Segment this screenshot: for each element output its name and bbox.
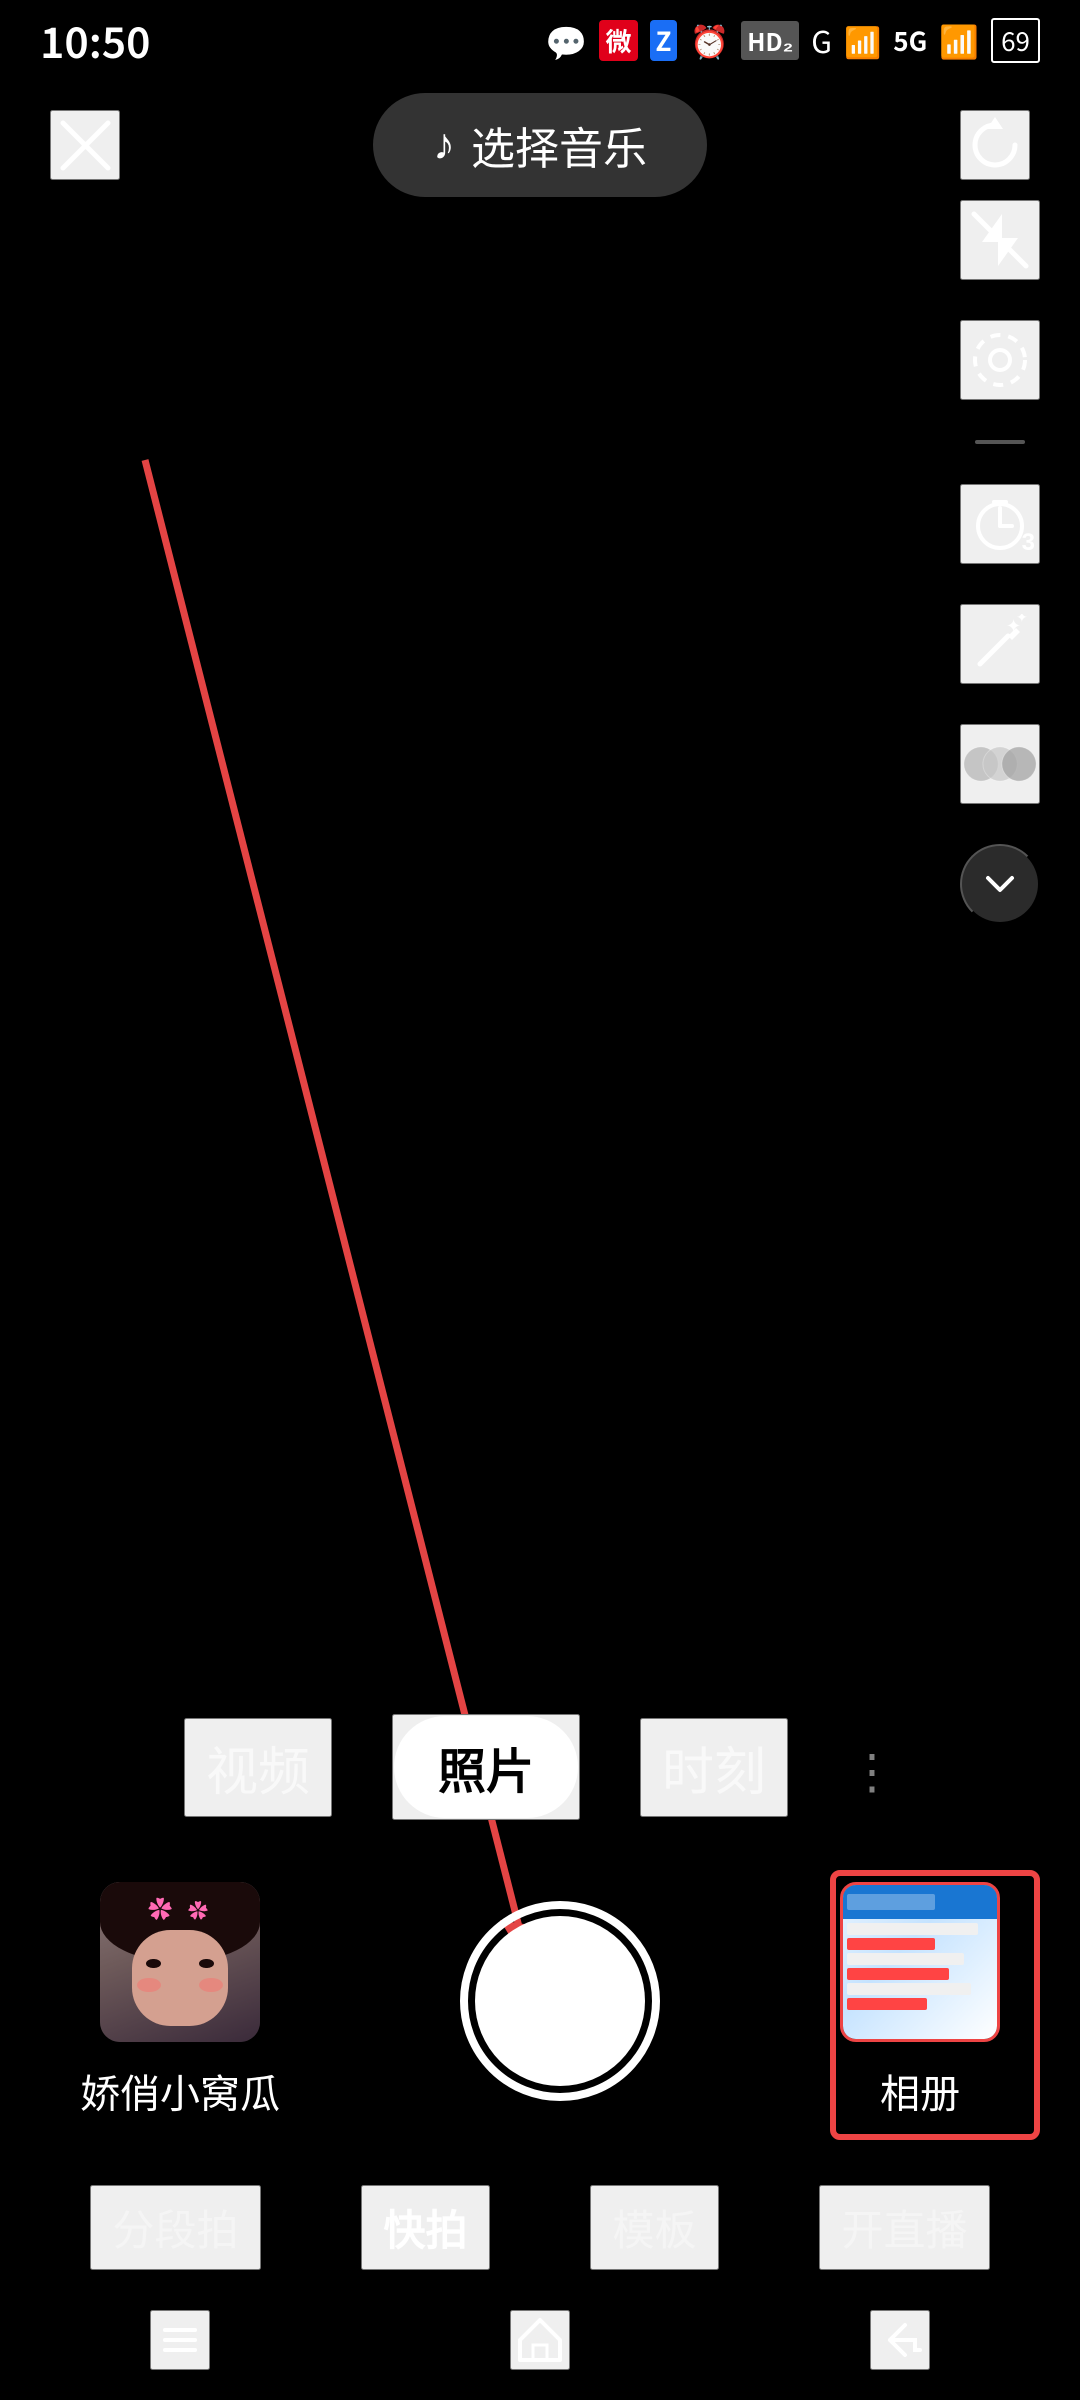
music-button-label: 选择音乐	[471, 113, 647, 177]
user-avatar[interactable]: ✿ ✿	[100, 1882, 260, 2042]
tab-photo[interactable]: 照片	[392, 1714, 580, 1820]
battery-icon: 69	[991, 18, 1040, 63]
mode-more-icon: ⋮	[848, 1732, 896, 1802]
shutter-inner	[475, 1916, 645, 2086]
right-toolbar: 3 ✦ ✦	[960, 200, 1040, 924]
weibo-icon: 微	[599, 20, 637, 61]
tab-video[interactable]: 视频	[184, 1718, 332, 1817]
wifi-icon: 📶	[939, 17, 979, 63]
signal-bars-icon: 📶	[844, 18, 881, 62]
signal-g-icon: G	[811, 18, 832, 62]
mode-tabs: 视频 照片 时刻 ⋮	[0, 1714, 1080, 1820]
5g-badge: 5G	[893, 22, 927, 59]
user-name: 娇俏小窝瓜	[80, 2062, 280, 2120]
refresh-button[interactable]	[960, 110, 1030, 180]
nav-home-button[interactable]	[510, 2310, 570, 2370]
close-button[interactable]	[50, 110, 120, 180]
shortcut-live[interactable]: 开直播	[819, 2185, 989, 2270]
chat-icon: 💬	[545, 16, 587, 65]
music-select-button[interactable]: ♪ 选择音乐	[373, 93, 707, 197]
bottom-shortcuts: 分段拍 快拍 模板 开直播	[0, 2185, 1080, 2270]
status-time: 10:50	[40, 10, 151, 71]
settings-button[interactable]	[960, 320, 1040, 400]
shortcut-quick[interactable]: 快拍	[361, 2185, 489, 2270]
shortcut-template[interactable]: 模板	[590, 2185, 718, 2270]
svg-text:✦: ✦	[1016, 614, 1028, 625]
top-bar: ♪ 选择音乐	[0, 80, 1080, 210]
more-tools-button[interactable]	[960, 844, 1040, 924]
flash-button[interactable]	[960, 200, 1040, 280]
beauty-button[interactable]: ✦ ✦	[960, 604, 1040, 684]
shortcut-segment[interactable]: 分段拍	[90, 2185, 260, 2270]
status-icons: 💬 微 Z ⏰ HD₂ G 📶 5G 📶 69	[545, 16, 1040, 65]
album-label: 相册	[880, 2062, 960, 2120]
timer-button[interactable]: 3	[960, 484, 1040, 564]
album-thumbnail[interactable]	[840, 1882, 1000, 2042]
music-note-icon: ♪	[433, 120, 455, 170]
toolbar-divider	[975, 440, 1025, 444]
app-icon: Z	[650, 20, 678, 61]
alarm-icon: ⏰	[689, 17, 729, 63]
shutter-button[interactable]	[460, 1901, 660, 2101]
capture-area: ✿ ✿ 娇俏小窝瓜	[0, 1882, 1080, 2120]
user-section: ✿ ✿ 娇俏小窝瓜	[80, 1882, 280, 2120]
nav-back-button[interactable]	[870, 2310, 930, 2370]
album-section[interactable]: 相册	[840, 1882, 1000, 2120]
hd-badge: HD₂	[741, 21, 799, 60]
tab-moment[interactable]: 时刻	[640, 1718, 788, 1817]
status-bar: 10:50 💬 微 Z ⏰ HD₂ G 📶 5G 📶 69	[0, 0, 1080, 80]
nav-menu-button[interactable]	[150, 2310, 210, 2370]
filter-button[interactable]	[960, 724, 1040, 804]
system-nav	[0, 2280, 1080, 2400]
